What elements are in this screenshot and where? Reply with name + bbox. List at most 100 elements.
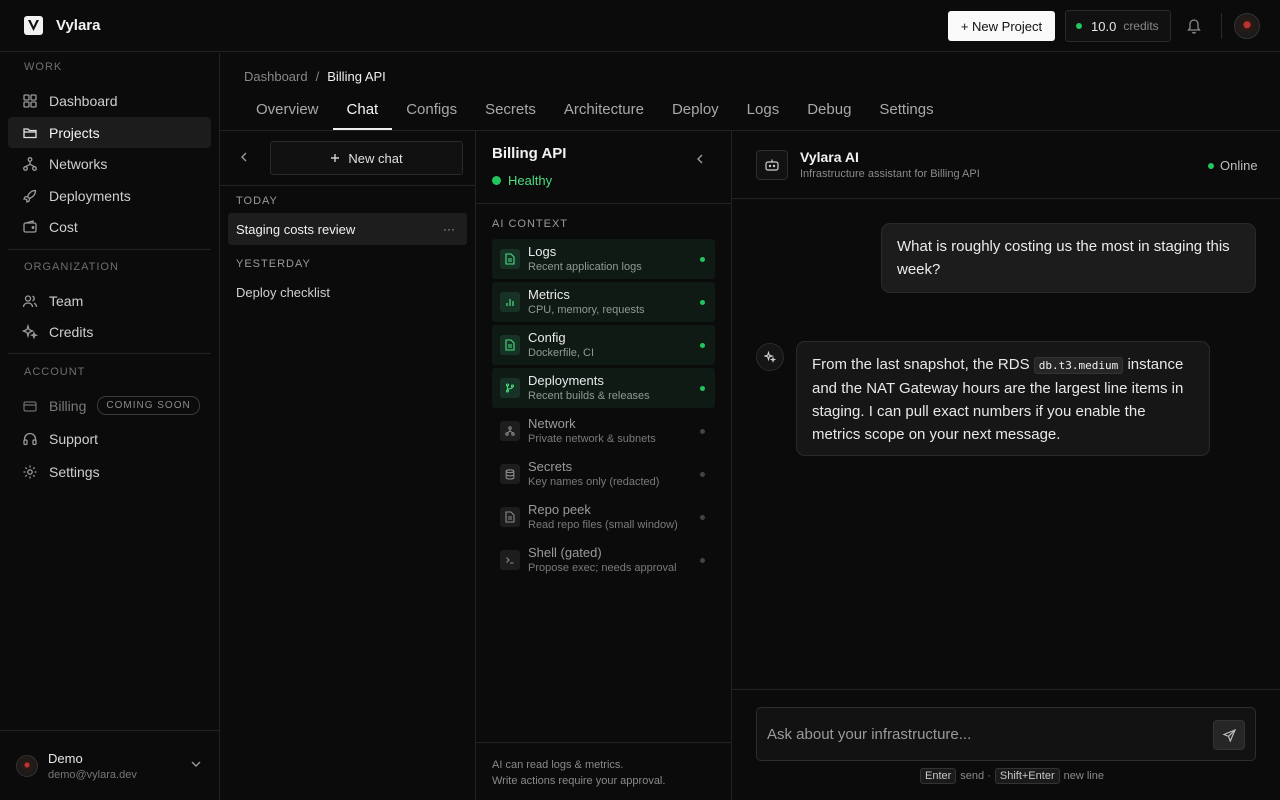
sidebar-item-label: Dashboard: [49, 92, 118, 109]
credits-value: 10.0: [1091, 18, 1117, 34]
sidebar-item-label: Cost: [49, 218, 78, 235]
bar-chart-icon: [500, 292, 520, 312]
sidebar-item-projects[interactable]: Projects: [8, 117, 211, 148]
sidebar-item-networks[interactable]: Networks: [8, 148, 211, 179]
context-item-config[interactable]: Config Dockerfile, CI: [492, 325, 715, 365]
file-icon: [500, 507, 520, 527]
sidebar-item-credits[interactable]: Credits: [8, 316, 211, 347]
context-item-name: Logs: [528, 244, 557, 259]
tab-secrets[interactable]: Secrets: [471, 92, 550, 130]
context-status-dot: [700, 515, 705, 520]
context-item-logs[interactable]: Logs Recent application logs: [492, 239, 715, 279]
sidebar-item-billing: Billing COMING SOON: [8, 390, 211, 421]
sidebar-item-dashboard[interactable]: Dashboard: [8, 85, 211, 116]
tab-settings[interactable]: Settings: [865, 92, 947, 130]
context-status-dot: [700, 429, 705, 434]
chevron-left-icon[interactable]: [240, 151, 248, 163]
sidebar-divider: [8, 249, 211, 250]
tab-deploy[interactable]: Deploy: [658, 92, 733, 130]
plus-icon: [330, 153, 340, 163]
terminal-icon: [500, 550, 520, 570]
user-name: Demo: [48, 751, 83, 766]
context-item-name: Shell (gated): [528, 545, 602, 560]
coming-soon-badge: COMING SOON: [97, 396, 200, 415]
topbar-divider: [1221, 13, 1222, 39]
send-button[interactable]: [1213, 720, 1245, 750]
tab-logs[interactable]: Logs: [733, 92, 794, 130]
credits-indicator[interactable]: 10.0 credits: [1065, 10, 1171, 42]
chat-list-item[interactable]: Deploy checklist: [228, 276, 467, 308]
message-composer[interactable]: [756, 707, 1256, 761]
chat-list-item[interactable]: Staging costs review ···: [228, 213, 467, 245]
rocket-icon: [22, 188, 38, 204]
status-label: Healthy: [508, 173, 553, 188]
context-status-dot: [700, 558, 705, 563]
folder-icon: [22, 125, 38, 141]
group-label-yesterday: YESTERDAY: [236, 258, 311, 270]
tab-configs[interactable]: Configs: [392, 92, 471, 130]
top-bar: Vylara + New Project 10.0 credits: [0, 0, 1280, 52]
context-item-desc: Recent builds & releases: [528, 390, 650, 402]
context-item-deployments[interactable]: Deployments Recent builds & releases: [492, 368, 715, 408]
context-item-network[interactable]: Network Private network & subnets: [492, 411, 715, 451]
user-avatar[interactable]: [1234, 13, 1260, 39]
context-item-repo-peek[interactable]: Repo peek Read repo files (small window): [492, 497, 715, 537]
new-chat-button[interactable]: New chat: [270, 141, 463, 175]
context-item-name: Repo peek: [528, 502, 591, 517]
breadcrumb-separator: /: [315, 69, 320, 84]
context-status-dot: [700, 300, 705, 305]
sidebar-item-team[interactable]: Team: [8, 285, 211, 316]
context-status-dot: [700, 472, 705, 477]
user-message: What is roughly costing us the most in s…: [881, 223, 1256, 293]
user-menu[interactable]: Demo demo@vylara.dev: [0, 730, 219, 800]
footer-line: Write actions require your approval.: [492, 775, 666, 787]
context-item-name: Config: [528, 330, 566, 345]
chevron-down-icon[interactable]: [190, 760, 202, 768]
online-dot: [1208, 162, 1214, 169]
file-icon: [500, 335, 520, 355]
context-item-secrets[interactable]: Secrets Key names only (redacted): [492, 454, 715, 494]
tab-architecture[interactable]: Architecture: [550, 92, 658, 130]
sidebar-item-cost[interactable]: Cost: [8, 211, 211, 242]
sidebar-item-label: Credits: [49, 323, 94, 340]
sidebar-item-label: Projects: [49, 124, 100, 141]
chevron-left-icon[interactable]: [696, 153, 704, 165]
kbd-enter: Enter: [920, 768, 957, 784]
section-label-account: ACCOUNT: [24, 366, 86, 378]
chat-header-divider: [732, 198, 1280, 199]
context-item-metrics[interactable]: Metrics CPU, memory, requests: [492, 282, 715, 322]
kbd-shift-enter: Shift+Enter: [994, 768, 1060, 784]
sparkles-icon: [22, 323, 38, 340]
assistant-subtitle: Infrastructure assistant for Billing API: [800, 168, 980, 180]
message-input[interactable]: [767, 722, 1187, 746]
context-status-dot: [700, 343, 705, 348]
hint-text: new line: [1063, 770, 1104, 782]
context-item-desc: Key names only (redacted): [528, 476, 660, 488]
more-options-icon[interactable]: ···: [443, 222, 455, 236]
network-icon: [500, 421, 520, 441]
context-divider: [476, 203, 731, 204]
breadcrumb-root[interactable]: Dashboard: [244, 69, 308, 84]
project-title: Billing API: [492, 145, 567, 162]
robot-icon: [756, 150, 788, 180]
tab-overview[interactable]: Overview: [242, 92, 333, 130]
ai-context-panel: Billing API Healthy AI CONTEXT Logs Rece…: [476, 131, 732, 800]
credits-status-dot: [1076, 23, 1082, 29]
brand-name: Vylara: [56, 17, 101, 34]
hint-text: send ·: [960, 770, 991, 782]
sidebar-item-support[interactable]: Support: [8, 423, 211, 454]
bell-icon[interactable]: [1186, 17, 1202, 34]
tab-chat[interactable]: Chat: [332, 92, 393, 130]
context-item-desc: Recent application logs: [528, 261, 642, 273]
tab-debug[interactable]: Debug: [793, 92, 865, 130]
status-badge: Healthy: [492, 173, 552, 188]
new-project-button[interactable]: + New Project: [948, 11, 1055, 41]
breadcrumb: Dashboard / Billing API: [244, 69, 386, 84]
section-label-work: WORK: [24, 61, 63, 73]
logo-icon[interactable]: [24, 16, 43, 35]
context-footer-note: AI can read logs & metrics. Write action…: [492, 757, 665, 789]
sidebar-item-deployments[interactable]: Deployments: [8, 180, 211, 211]
assistant-name: Vylara AI: [800, 149, 859, 165]
context-item-shell[interactable]: Shell (gated) Propose exec; needs approv…: [492, 540, 715, 580]
sidebar-item-settings[interactable]: Settings: [8, 456, 211, 487]
